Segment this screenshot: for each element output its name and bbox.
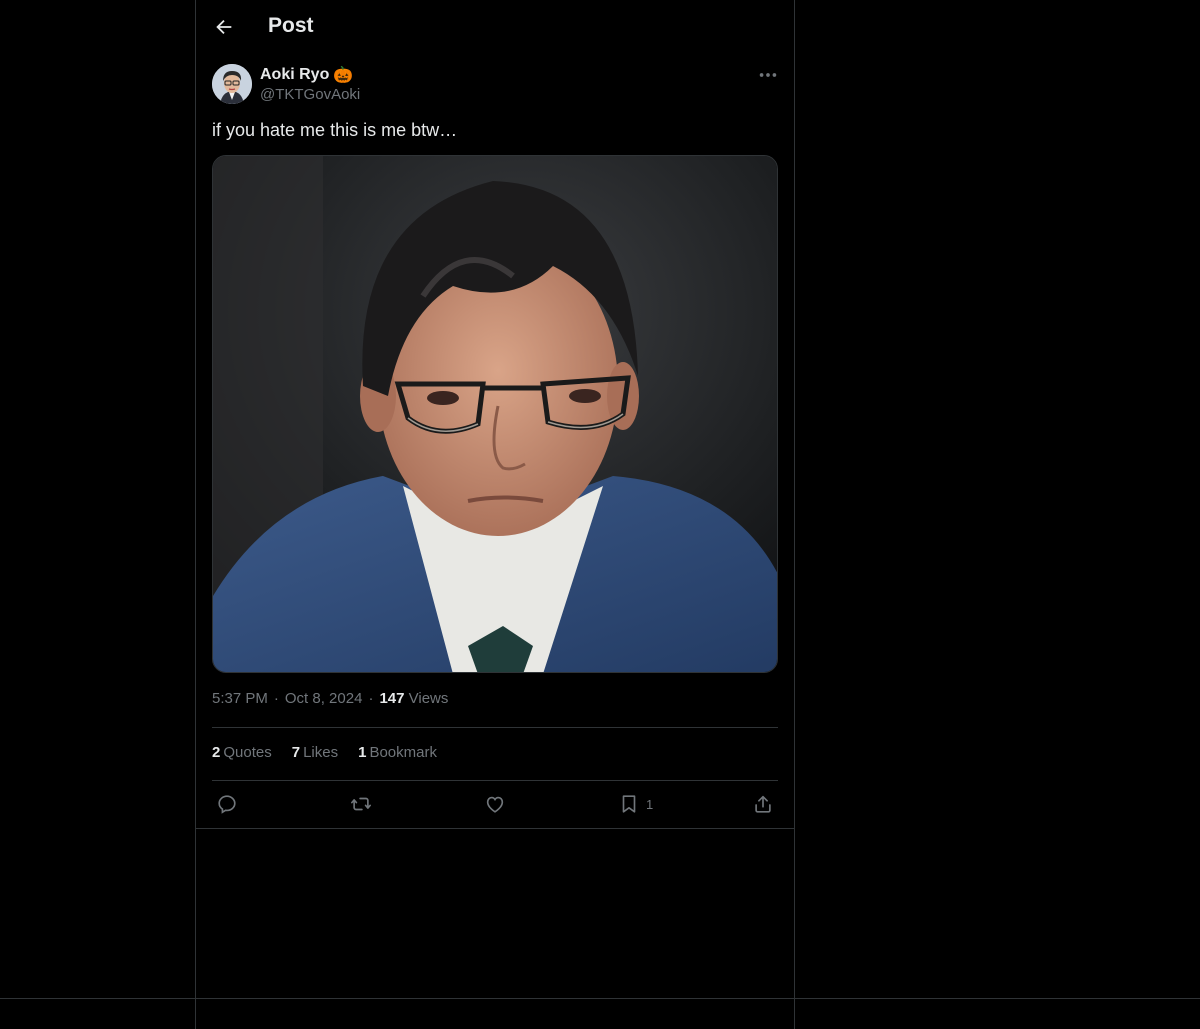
meta-separator: ·: [368, 690, 374, 707]
likes-stat[interactable]: 7 Likes: [292, 744, 338, 761]
bookmarks-stat[interactable]: 1 Bookmark: [358, 744, 437, 761]
pumpkin-emoji-icon: 🎃: [333, 67, 354, 84]
quotes-stat[interactable]: 2 Quotes: [212, 744, 272, 761]
post-image[interactable]: [212, 155, 778, 673]
more-dots-icon: [759, 73, 777, 77]
author-name-row[interactable]: Aoki Ryo 🎃: [260, 64, 353, 86]
avatar[interactable]: [212, 64, 252, 104]
page-title: Post: [268, 14, 314, 37]
author-display-name[interactable]: Aoki Ryo: [260, 66, 329, 84]
header: Post: [196, 0, 794, 53]
quotes-count: 2: [212, 744, 221, 761]
reply-icon: [218, 795, 236, 814]
meta-separator: ·: [273, 690, 279, 707]
like-icon: [486, 796, 504, 813]
share-icon: [755, 795, 771, 813]
reply-button[interactable]: [216, 792, 238, 816]
bookmark-button[interactable]: 1: [618, 792, 653, 816]
author-handle[interactable]: @TKTGovAoki: [260, 86, 360, 103]
back-button[interactable]: [208, 11, 240, 43]
views-label: Views: [408, 690, 449, 707]
like-button[interactable]: [484, 792, 506, 816]
more-options-button[interactable]: [756, 64, 780, 86]
views-count: 147: [379, 690, 405, 707]
post-stats: 2 Quotes 7 Likes 1 Bookmark: [212, 744, 437, 761]
post-column: Post Aoki Ryo 🎃 @TKTGovAoki if you hate …: [195, 0, 795, 1029]
divider: [212, 780, 778, 781]
post-date[interactable]: Oct 8, 2024: [285, 690, 363, 707]
bottom-divider: [0, 998, 1200, 999]
bookmark-action-count: 1: [646, 796, 654, 812]
likes-count: 7: [291, 744, 301, 761]
avatar-image: [212, 64, 252, 104]
post-meta: 5:37 PM · Oct 8, 2024 · 147 Views: [212, 690, 448, 707]
portrait-photo: [213, 156, 777, 672]
divider: [196, 828, 794, 829]
post-time[interactable]: 5:37 PM: [212, 690, 268, 707]
post-text: if you hate me this is me btw…: [212, 120, 458, 140]
divider: [212, 727, 778, 728]
repost-button[interactable]: [350, 792, 372, 816]
likes-label: Likes: [303, 744, 339, 761]
bookmark-icon: [622, 795, 636, 813]
bookmarks-count: 1: [358, 744, 367, 761]
share-button[interactable]: [752, 792, 774, 816]
repost-icon: [351, 797, 371, 811]
back-arrow-icon: [216, 19, 232, 35]
quotes-label: Quotes: [223, 744, 272, 761]
bookmarks-label: Bookmark: [369, 744, 437, 761]
